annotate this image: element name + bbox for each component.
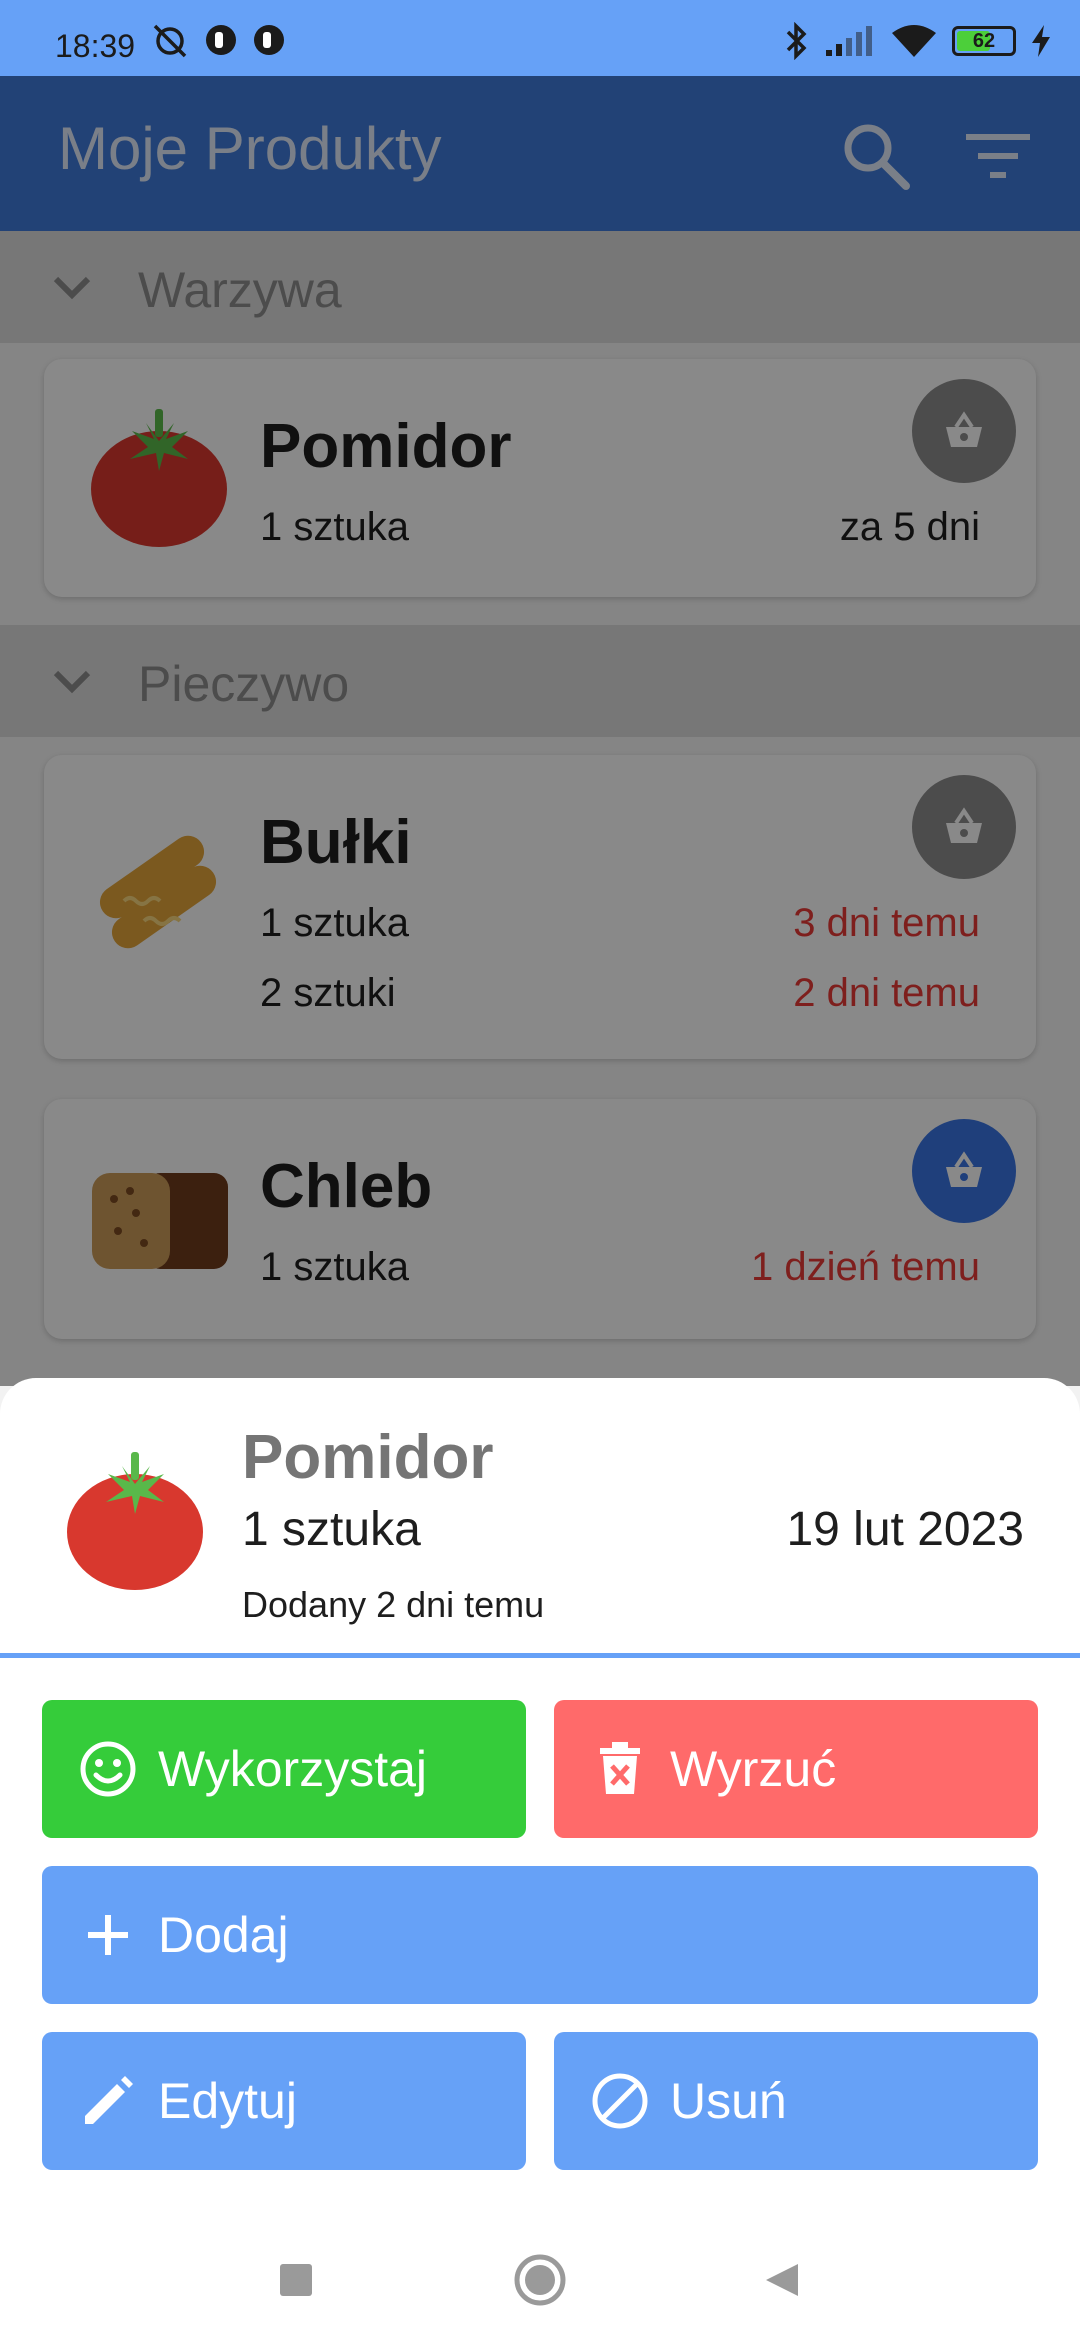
smile-icon: [78, 1739, 138, 1799]
home-button[interactable]: [510, 2250, 570, 2310]
product-bottom-sheet: Pomidor 1 sztuka 19 lut 2023 Dodany 2 dn…: [0, 1378, 1080, 2340]
delete-button-label: Usuń: [670, 2073, 787, 2129]
system-nav-bar: [0, 2210, 1080, 2340]
edit-button[interactable]: Edytuj: [42, 2032, 526, 2170]
block-icon: [590, 2071, 650, 2131]
tomato-image: [67, 1452, 203, 1590]
pencil-icon: [78, 2071, 138, 2131]
charging-icon: [1032, 25, 1050, 57]
circle-icon: [514, 2254, 566, 2306]
sheet-product-name: Pomidor: [242, 1423, 494, 1492]
battery-icon: 62: [952, 26, 1016, 56]
square-icon: [280, 2264, 312, 2296]
triangle-back-icon: [766, 2264, 798, 2296]
plus-icon: [78, 1905, 138, 1965]
sheet-product-date: 19 lut 2023: [786, 1503, 1024, 1556]
sheet-product-added: Dodany 2 dni temu: [242, 1584, 545, 1625]
add-button[interactable]: Dodaj: [42, 1866, 1038, 2004]
app-notification-icon: [254, 25, 284, 55]
discard-button-label: Wyrzuć: [670, 1741, 837, 1797]
status-bar: 18:39 62: [0, 0, 1080, 76]
recents-button[interactable]: [266, 2250, 326, 2310]
trash-icon: [590, 1739, 650, 1799]
use-button-label: Wykorzystaj: [158, 1741, 428, 1797]
app-notification-icon: [206, 25, 236, 55]
wifi-icon: [892, 25, 936, 57]
discard-button[interactable]: Wyrzuć: [554, 1700, 1038, 1838]
sheet-divider: [0, 1653, 1080, 1658]
sheet-product-qty: 1 sztuka: [242, 1503, 421, 1556]
signal-icon: [826, 26, 872, 56]
alarm-off-icon: [153, 24, 187, 58]
back-button[interactable]: [752, 2250, 812, 2310]
battery-level: 62: [972, 29, 996, 52]
scrim-overlay[interactable]: [0, 76, 1080, 1386]
add-button-label: Dodaj: [158, 1907, 289, 1963]
use-button[interactable]: Wykorzystaj: [42, 1700, 526, 1838]
status-time: 18:39: [55, 28, 136, 64]
delete-button[interactable]: Usuń: [554, 2032, 1038, 2170]
edit-button-label: Edytuj: [158, 2073, 297, 2129]
bluetooth-icon: [786, 22, 807, 60]
